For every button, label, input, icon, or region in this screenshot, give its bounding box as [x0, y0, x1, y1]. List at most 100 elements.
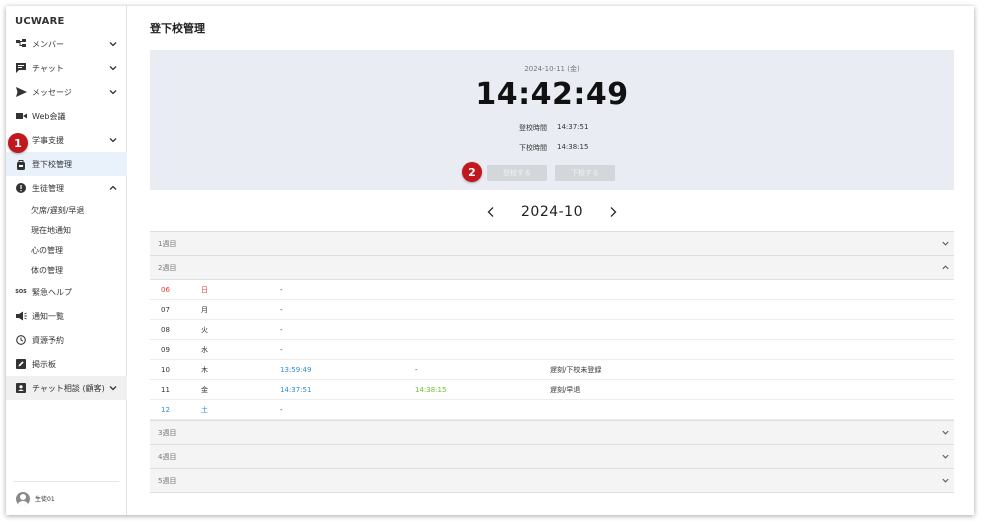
- chevron-right-icon: [610, 207, 617, 217]
- arrive-time-label: 登校時間: [519, 124, 547, 132]
- sidebar-item-label: 登下校管理: [32, 159, 72, 169]
- day-list: 06 日 - 07 月 - 08 火 - 09 水 - 10 木 13:59:4…: [150, 279, 954, 420]
- prev-month-button[interactable]: [481, 202, 501, 222]
- next-month-button[interactable]: [603, 202, 623, 222]
- table-row: 11 金 14:37:51 14:38:15 遅刻/早退: [150, 380, 954, 400]
- sidebar-subitem-body[interactable]: 体の管理: [6, 260, 127, 280]
- day-weekday: 日: [201, 285, 208, 294]
- sidebar-item-members[interactable]: メンバー: [6, 32, 127, 56]
- week-label: 5週目: [158, 476, 177, 485]
- clock-panel: 2024-10-11 (金) 14:42:49 登校時間 14:37:51 下校…: [150, 50, 954, 190]
- sidebar-item-board[interactable]: 掲示板: [6, 352, 127, 376]
- week-label: 4週目: [158, 452, 177, 461]
- sidebar-item-attendance[interactable]: 登下校管理: [6, 152, 127, 176]
- week-header-5[interactable]: 5週目: [150, 468, 954, 492]
- sidebar-item-resource-booking[interactable]: 資源予約: [6, 328, 127, 352]
- month-navigator: 2024-10: [150, 202, 954, 222]
- arrive-cell: -: [280, 305, 283, 314]
- sidebar-item-label: メンバー: [32, 39, 64, 49]
- sidebar-item-label: チャット相談 (顧客): [32, 383, 105, 393]
- week-header-2[interactable]: 2週目: [150, 255, 954, 279]
- sidebar-item-label: メッセージ: [32, 87, 72, 97]
- chevron-down-icon: [942, 478, 949, 483]
- leave-cell: 14:38:15: [415, 385, 447, 394]
- sidebar-item-label: 掲示板: [32, 359, 56, 369]
- chevron-up-icon: [942, 265, 949, 270]
- month-label: 2024-10: [521, 204, 583, 220]
- video-icon: [15, 110, 27, 122]
- day-date: 12: [161, 405, 170, 414]
- table-row: 09 水 -: [150, 340, 954, 360]
- day-weekday: 木: [201, 365, 208, 374]
- chevron-down-icon: [942, 454, 949, 459]
- chevron-down-icon: [942, 241, 949, 246]
- day-date: 09: [161, 345, 170, 354]
- sidebar-item-web-meeting[interactable]: Web会議: [6, 104, 127, 128]
- arrive-cell: -: [280, 325, 283, 334]
- leave-time-label: 下校時間: [519, 144, 547, 152]
- sidebar-item-label: 学事支援: [32, 135, 64, 145]
- callout-badge-1: 1: [8, 133, 28, 153]
- arrive-button[interactable]: 登校する: [487, 165, 547, 181]
- sidebar-item-student-management[interactable]: 生徒管理: [6, 176, 127, 200]
- arrive-time-row: 登校時間 14:37:51: [150, 123, 954, 133]
- avatar: [16, 491, 30, 506]
- week-accordion: 1週目 2週目 06 日 - 07 月 - 08 火 - 09 水 - 10 木…: [150, 231, 954, 493]
- sidebar-item-label: 生徒管理: [32, 183, 64, 193]
- table-row: 12 土 -: [150, 400, 954, 420]
- sidebar-item-label: 緊急ヘルプ: [32, 287, 72, 297]
- user-profile[interactable]: 生徒01: [14, 481, 119, 515]
- chat-icon: [15, 62, 27, 74]
- table-row: 07 月 -: [150, 300, 954, 320]
- user-name: 生徒01: [35, 496, 55, 503]
- arrive-cell: 13:59:49: [280, 365, 312, 374]
- sidebar-item-message[interactable]: メッセージ: [6, 80, 127, 104]
- chevron-down-icon: [109, 66, 117, 71]
- leave-time-value: 14:38:15: [557, 143, 589, 151]
- sos-icon: SOS: [15, 289, 27, 295]
- brand-logo: UCWARE: [15, 16, 65, 27]
- leave-button[interactable]: 下校する: [555, 165, 615, 181]
- sidebar-item-label: チャット: [32, 63, 64, 73]
- megaphone-icon: [15, 310, 27, 322]
- page-title: 登下校管理: [150, 22, 205, 35]
- table-row: 08 火 -: [150, 320, 954, 340]
- sidebar-item-notifications[interactable]: 通知一覧: [6, 304, 127, 328]
- day-date: 11: [161, 385, 170, 394]
- chevron-up-icon: [109, 185, 117, 190]
- day-date: 06: [161, 285, 170, 294]
- sidebar-item-label: 通知一覧: [32, 311, 64, 321]
- arrive-cell: -: [280, 405, 283, 414]
- sidebar-subitem-location[interactable]: 現在地通知: [6, 220, 127, 240]
- main-content: 登下校管理 2024-10-11 (金) 14:42:49 登校時間 14:37…: [128, 6, 974, 515]
- leave-time-row: 下校時間 14:38:15: [150, 143, 954, 153]
- week-header-4[interactable]: 4週目: [150, 444, 954, 468]
- sidebar-item-label: 資源予約: [32, 335, 64, 345]
- day-date: 07: [161, 305, 170, 314]
- leave-cell: -: [415, 365, 418, 374]
- sidebar-item-chat-consult[interactable]: チャット相談 (顧客): [6, 376, 127, 400]
- day-weekday: 火: [201, 325, 208, 334]
- sidebar-subitem-mind[interactable]: 心の管理: [6, 240, 127, 260]
- clock-icon: [15, 334, 27, 346]
- status-note: 遅刻/早退: [550, 385, 581, 394]
- alert-icon: [15, 182, 27, 194]
- week-header-1[interactable]: 1週目: [150, 231, 954, 255]
- chevron-down-icon: [109, 138, 117, 143]
- chevron-down-icon: [109, 42, 117, 47]
- table-row: 06 日 -: [150, 280, 954, 300]
- sidebar-item-emergency[interactable]: SOS 緊急ヘルプ: [6, 280, 127, 304]
- day-weekday: 水: [201, 345, 208, 354]
- sidebar-subitem-absence[interactable]: 欠席/遅刻/早退: [6, 200, 127, 220]
- week-label: 3週目: [158, 428, 177, 437]
- current-date: 2024-10-11 (金): [524, 65, 580, 73]
- backpack-icon: [15, 158, 27, 170]
- callout-badge-2: 2: [462, 162, 482, 182]
- sidebar: UCWARE メンバー チャット メッセージ Web会議 学事支援 登下校管理 …: [6, 6, 127, 515]
- sidebar-item-chat[interactable]: チャット: [6, 56, 127, 80]
- week-header-3[interactable]: 3週目: [150, 420, 954, 444]
- day-weekday: 月: [201, 305, 208, 314]
- arrive-time-value: 14:37:51: [557, 123, 589, 131]
- app-window: UCWARE メンバー チャット メッセージ Web会議 学事支援 登下校管理 …: [6, 6, 974, 515]
- arrive-cell: 14:37:51: [280, 385, 312, 394]
